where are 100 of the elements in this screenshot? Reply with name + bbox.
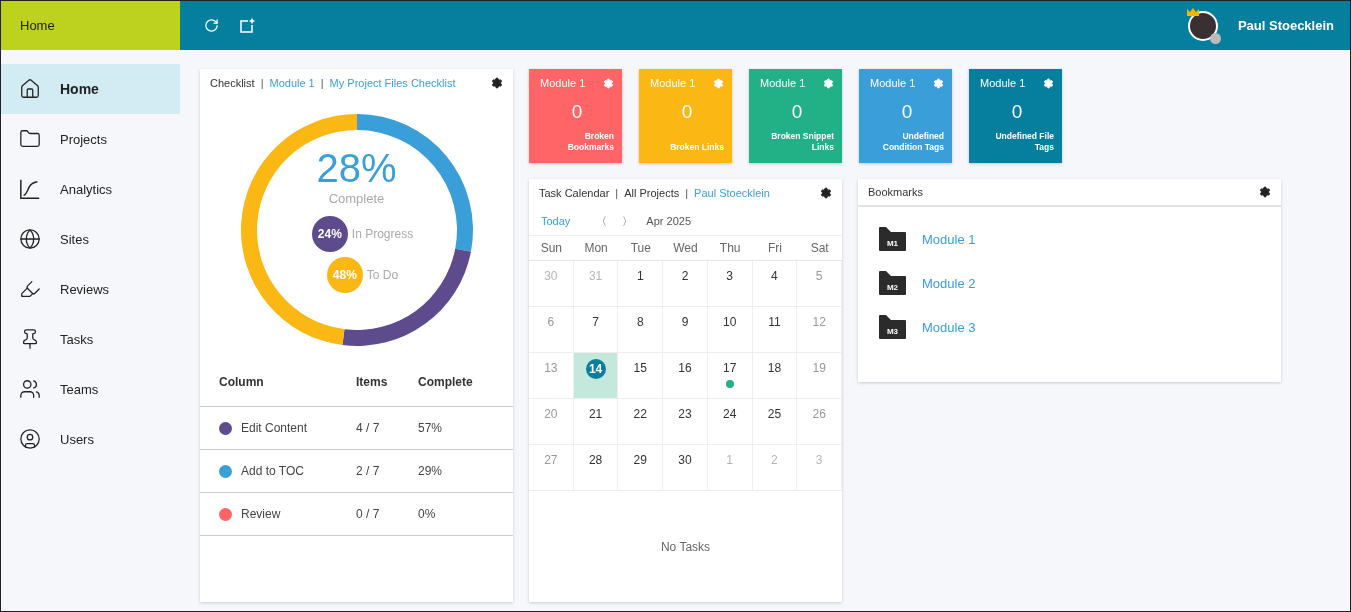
calendar-day[interactable]: 14 xyxy=(573,353,619,399)
sidebar-item[interactable]: Users xyxy=(1,414,180,464)
complete-label: Complete xyxy=(328,191,385,206)
add-window-icon[interactable] xyxy=(239,17,255,34)
day-number: 10 xyxy=(723,315,737,329)
day-number: 5 xyxy=(815,269,823,283)
table-cell-text: 29% xyxy=(418,464,444,478)
sidebar-item[interactable]: Projects xyxy=(1,114,180,164)
tile-title: Module 1 xyxy=(980,77,1026,89)
day-number: 8 xyxy=(636,315,644,329)
line-chart-icon xyxy=(19,178,41,200)
percent-badge: 48% xyxy=(326,257,363,293)
tile-value: 0 xyxy=(1010,101,1024,123)
sidebar-item[interactable]: Teams xyxy=(1,364,180,414)
calendar-day[interactable]: 29 xyxy=(618,445,664,491)
settings-button[interactable] xyxy=(1259,186,1271,198)
table-cell-text: 0% xyxy=(418,507,437,521)
day-number: 14 xyxy=(585,359,606,379)
folder-icon: M3 xyxy=(879,315,906,339)
day-number: 4 xyxy=(771,269,778,283)
calendar-day[interactable]: 16 xyxy=(663,353,708,399)
calendar-day[interactable]: 9 xyxy=(663,307,708,353)
crown-icon xyxy=(1186,7,1199,16)
settings-button[interactable] xyxy=(491,77,503,89)
day-number: 26 xyxy=(812,407,826,421)
calendar-day[interactable]: 30 xyxy=(663,445,708,491)
legend-label: To Do xyxy=(366,268,399,282)
refresh-icon[interactable] xyxy=(204,18,219,33)
day-number: 1 xyxy=(636,269,644,283)
day-number: 17 xyxy=(723,361,737,375)
table-cell: Review xyxy=(241,507,281,521)
day-number: 28 xyxy=(588,453,603,467)
calendar-day[interactable]: 23 xyxy=(663,399,708,445)
tile-value: 0 xyxy=(680,101,694,123)
sidebar-item[interactable]: Analytics xyxy=(1,164,180,214)
day-number: 19 xyxy=(812,361,826,375)
calendar-day[interactable]: 25 xyxy=(752,399,798,445)
separator-text: | xyxy=(615,187,619,199)
previous-button[interactable]: 〈 xyxy=(592,213,611,229)
calendar-day[interactable]: 8 xyxy=(618,307,664,353)
calendar-day[interactable]: 18 xyxy=(752,353,798,399)
day-number: 21 xyxy=(588,407,603,421)
calendar-day[interactable]: 11 xyxy=(752,307,798,353)
weekday-label: Sun xyxy=(539,241,564,255)
calendar-day[interactable]: 2 xyxy=(663,261,708,307)
user-name[interactable]: Paul Stoecklein xyxy=(1237,18,1334,33)
calendar-day[interactable]: 7 xyxy=(573,307,619,353)
sidebar-item[interactable]: Sites xyxy=(1,214,180,264)
avatar[interactable] xyxy=(1187,10,1218,41)
tile-value: 0 xyxy=(790,101,804,123)
tile-title: Module 1 xyxy=(870,77,916,89)
day-number: 13 xyxy=(544,361,558,375)
table-cell-text: 4 / 7 xyxy=(356,421,381,435)
day-number: 6 xyxy=(547,315,555,329)
day-number: 29 xyxy=(633,453,647,467)
legend-label: In Progress xyxy=(351,227,414,241)
calendar-day[interactable]: 17 xyxy=(707,353,753,399)
sidebar-item[interactable]: Home xyxy=(1,64,180,114)
day-number: 9 xyxy=(681,315,689,329)
column-header: Complete xyxy=(418,374,474,389)
calendar-day[interactable]: 28 xyxy=(573,445,619,491)
day-number: 18 xyxy=(767,361,782,375)
card-title: Task Calendar xyxy=(539,187,610,199)
table-cell: Add to TOC xyxy=(241,464,304,478)
weekday-label: Mon xyxy=(583,241,609,255)
tile-title: Module 1 xyxy=(760,77,806,89)
calendar-day[interactable]: 24 xyxy=(707,399,753,445)
card-title: Checklist xyxy=(210,77,255,89)
calendar-day[interactable]: 10 xyxy=(707,307,753,353)
tile-value: 0 xyxy=(570,101,584,123)
folder-icon: M1 xyxy=(879,227,906,251)
empty-message: No Tasks xyxy=(660,539,711,554)
calendar-day[interactable]: 1 xyxy=(618,261,664,307)
day-number: 25 xyxy=(767,407,782,421)
table-cell-text: 2 / 7 xyxy=(356,464,381,478)
day-number: 22 xyxy=(633,407,647,421)
weekday-label: Tue xyxy=(629,241,652,255)
calendar-day[interactable]: 21 xyxy=(573,399,619,445)
day-number: 15 xyxy=(633,361,647,375)
next-button[interactable]: 〉 xyxy=(618,213,637,229)
sidebar-item[interactable]: Reviews xyxy=(1,264,180,314)
card-title: All Projects xyxy=(624,187,680,199)
month-label: Apr 2025 xyxy=(646,215,691,227)
calendar-day[interactable]: 22 xyxy=(618,399,664,445)
day-number: 7 xyxy=(592,315,599,329)
sidebar-item[interactable]: Tasks xyxy=(1,314,180,364)
day-number: 24 xyxy=(723,407,737,421)
tile-label: Broken Bookmarks xyxy=(566,130,614,153)
calendar-day[interactable]: 15 xyxy=(618,353,664,399)
calendar-day[interactable]: 4 xyxy=(752,261,798,307)
separator-text: | xyxy=(685,187,689,199)
globe-icon xyxy=(19,228,41,250)
tile-value: 0 xyxy=(900,101,914,123)
calendar-day[interactable]: 3 xyxy=(707,261,753,307)
day-number: 30 xyxy=(544,269,558,283)
day-number: 27 xyxy=(544,453,558,467)
settings-button[interactable] xyxy=(820,187,832,199)
day-number: 3 xyxy=(726,269,734,283)
user-circle-icon xyxy=(19,428,41,450)
card-title: Bookmarks xyxy=(868,186,924,198)
